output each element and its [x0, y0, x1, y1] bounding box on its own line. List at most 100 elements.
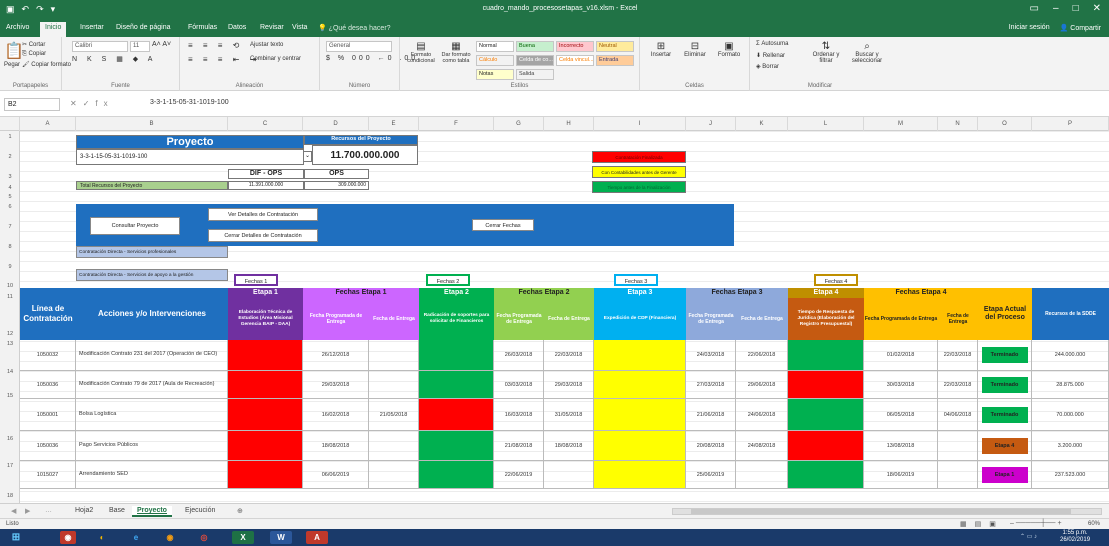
date-cell[interactable]: 01/02/2018 [864, 340, 938, 371]
style-celda-vinculada[interactable]: Celda vincul... [556, 55, 594, 66]
ribbon-display-icon[interactable]: ▭ [1030, 3, 1039, 14]
firefox-icon[interactable]: ◉ [162, 531, 178, 544]
col-header[interactable]: L [788, 117, 864, 131]
date-cell[interactable]: 26/12/2018 [303, 340, 369, 371]
col-header[interactable]: N [938, 117, 978, 131]
clear-button[interactable]: ◈ Borrar [756, 63, 779, 70]
add-sheet-icon[interactable]: ⊕ [232, 506, 248, 516]
acrobat-taskbar-icon[interactable]: A [306, 531, 328, 544]
font-size-select[interactable]: 11 [130, 41, 150, 52]
date-cell[interactable]: 24/03/2018 [686, 340, 736, 371]
style-calculo[interactable]: Cálculo [476, 55, 514, 66]
signin-link[interactable]: Iniciar sesión [1009, 24, 1050, 32]
col-header[interactable]: J [686, 117, 736, 131]
current-stage-cell[interactable]: Terminado [978, 371, 1032, 399]
tab-insertar[interactable]: Insertar [80, 24, 104, 31]
merge-center-button[interactable]: Combinar y centrar [250, 56, 301, 62]
date-cell[interactable]: 16/03/2018 [494, 399, 544, 431]
row-header[interactable]: 2 [0, 154, 20, 160]
select-all-corner[interactable] [0, 117, 20, 131]
date-cell[interactable]: 24/06/2018 [736, 399, 788, 431]
name-box[interactable]: B2 [4, 98, 60, 111]
row-header[interactable]: 17 [0, 463, 20, 469]
paste-button[interactable]: Pegar [4, 62, 20, 68]
col-header[interactable]: A [20, 117, 76, 131]
style-incorrecto[interactable]: Incorrecto [556, 41, 594, 52]
tab-vista[interactable]: Vista [292, 24, 307, 31]
recursos-cell[interactable]: 237.523.000 [1032, 461, 1109, 489]
row-header[interactable]: 4 [0, 185, 20, 191]
cerrar-fechas-button[interactable]: Cerrar Fechas [472, 219, 534, 231]
date-cell[interactable]: 04/06/2018 [938, 399, 978, 431]
style-buena[interactable]: Buena [516, 41, 554, 52]
date-cell[interactable]: 31/05/2018 [544, 399, 594, 431]
fechas-3-button[interactable]: Fechas 3 [614, 274, 658, 286]
row-header[interactable]: 12 [0, 331, 20, 337]
col-header[interactable]: H [544, 117, 594, 131]
stage-status-cell[interactable] [788, 461, 864, 489]
cerrar-detalles-button[interactable]: Cerrar Detalles de Contratación [208, 229, 318, 242]
accion-cell[interactable]: Arrendamiento SED [76, 461, 228, 489]
col-header[interactable]: O [978, 117, 1032, 131]
style-entrada[interactable]: Entrada [596, 55, 634, 66]
style-neutral[interactable]: Neutral [596, 41, 634, 52]
row-header[interactable]: 13 [0, 341, 20, 347]
col-header[interactable]: E [369, 117, 419, 131]
tab-formulas[interactable]: Fórmulas [188, 24, 217, 31]
stage-status-cell[interactable] [788, 399, 864, 431]
tray-icons[interactable]: ⌃ ▭ ♪ [1020, 533, 1037, 540]
col-header[interactable]: F [419, 117, 494, 131]
stage-status-cell[interactable] [788, 371, 864, 399]
stage-status-cell[interactable] [788, 431, 864, 461]
date-cell[interactable]: 22/03/2018 [938, 371, 978, 399]
autosum-button[interactable]: Σ Autosuma [756, 41, 788, 47]
sheet-tab-base[interactable]: Base [104, 506, 130, 515]
cut-button[interactable]: ✂ Cortar [22, 41, 45, 48]
row-header[interactable]: 5 [0, 194, 20, 200]
row-header[interactable]: 16 [0, 436, 20, 442]
sheet-grid[interactable]: Proyecto 3-3-1-15-05-31-1019-100 Recurso… [20, 131, 1109, 503]
accion-cell[interactable]: Bolsa Logística [76, 399, 228, 431]
excel-taskbar-icon[interactable]: X [232, 531, 254, 544]
stage-status-cell[interactable] [228, 371, 303, 399]
recursos-cell[interactable]: 28.875.000 [1032, 371, 1109, 399]
recursos-cell[interactable]: 3.200.000 [1032, 431, 1109, 461]
date-cell[interactable]: 20/08/2018 [686, 431, 736, 461]
stage-status-cell[interactable] [594, 461, 686, 489]
formula-icons[interactable]: ✕✓fx [70, 99, 114, 108]
row-header[interactable]: 10 [0, 283, 20, 289]
stage-status-cell[interactable] [419, 340, 494, 371]
stage-status-cell[interactable] [594, 399, 686, 431]
windows-start-icon[interactable]: ⊞ [8, 531, 24, 544]
linea-cell[interactable]: 1050032 [20, 340, 76, 371]
format-cells-button[interactable]: ▣ Formato [714, 41, 744, 58]
stage-status-cell[interactable] [228, 399, 303, 431]
date-cell[interactable]: 18/08/2018 [544, 431, 594, 461]
date-cell[interactable]: 13/08/2018 [864, 431, 938, 461]
date-cell[interactable]: 21/05/2018 [369, 399, 419, 431]
style-salida[interactable]: Salida [516, 69, 554, 80]
date-cell[interactable]: 25/06/2019 [686, 461, 736, 489]
consultar-proyecto-button[interactable]: Consultar Proyecto [90, 217, 180, 235]
style-normal[interactable]: Normal [476, 41, 514, 52]
sheet-tab-hoja2[interactable]: Hoja2 [70, 506, 98, 515]
date-cell[interactable]: 22/03/2018 [544, 340, 594, 371]
col-header[interactable]: K [736, 117, 788, 131]
date-cell[interactable]: 22/06/2019 [494, 461, 544, 489]
date-cell[interactable] [736, 461, 788, 489]
date-cell[interactable]: 24/08/2018 [736, 431, 788, 461]
zoom-level[interactable]: 60% [1088, 521, 1100, 527]
row-header[interactable]: 18 [0, 493, 20, 499]
find-select-button[interactable]: ⌕ Buscar y seleccionar [848, 41, 886, 64]
row-header[interactable]: 6 [0, 204, 20, 210]
undo-icon[interactable]: ↶ [22, 4, 30, 15]
ver-detalles-button[interactable]: Ver Detalles de Contratación [208, 208, 318, 221]
close-icon[interactable]: ✕ [1093, 3, 1101, 14]
save-icon[interactable]: ▣ [6, 4, 15, 15]
tab-revisar[interactable]: Revisar [260, 24, 284, 31]
accion-cell[interactable]: Modificación Contrato 231 del 2017 (Oper… [76, 340, 228, 371]
date-cell[interactable] [369, 371, 419, 399]
fechas-1-button[interactable]: Fechas 1 [234, 274, 278, 286]
insert-cells-button[interactable]: ⊞ Insertar [646, 41, 676, 58]
font-name-select[interactable]: Calibri [72, 41, 128, 52]
